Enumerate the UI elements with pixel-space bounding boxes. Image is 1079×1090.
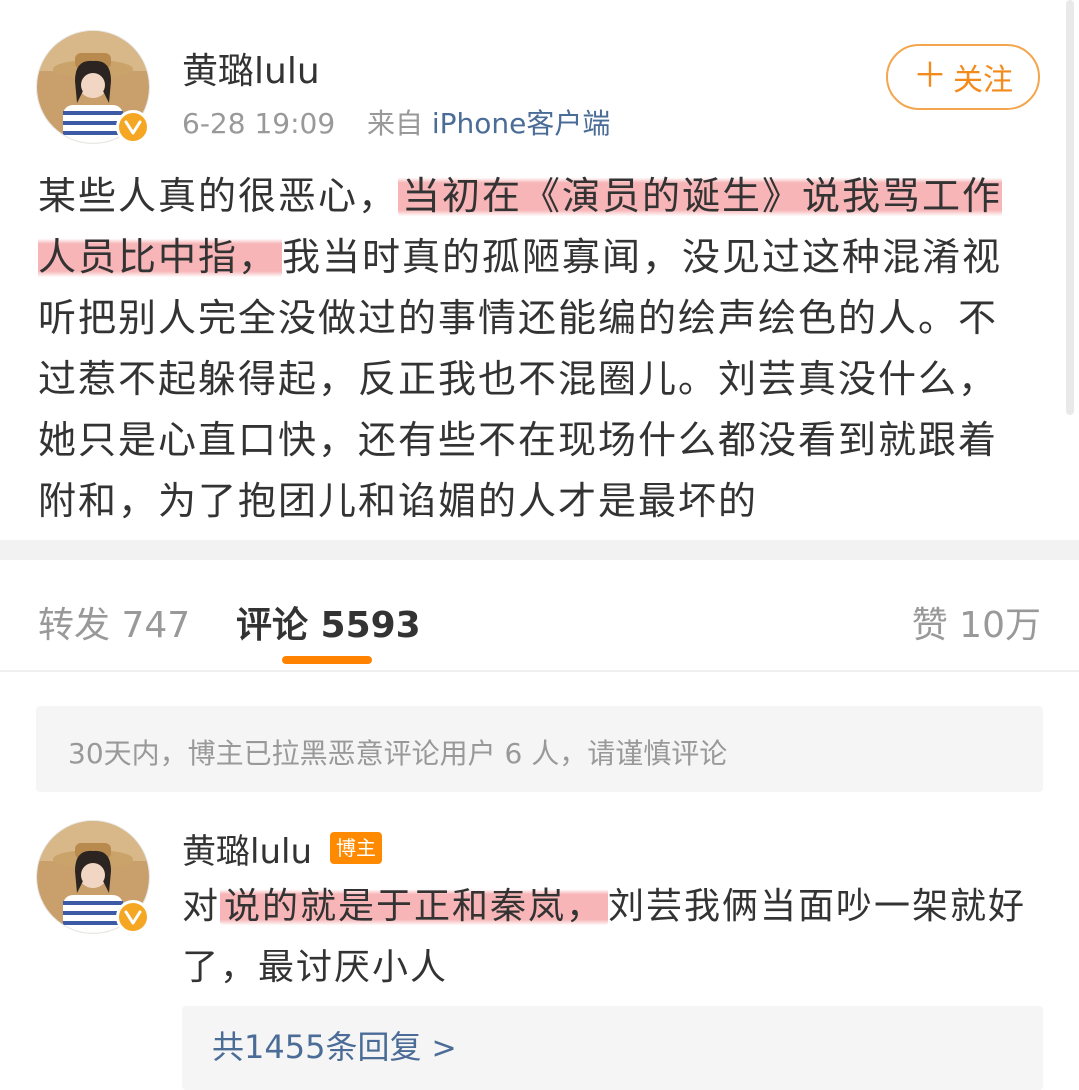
- tabs-divider: [0, 670, 1079, 672]
- verified-icon: [116, 900, 150, 934]
- comment-text-highlight: 说的就是于正和秦岚，: [220, 886, 609, 927]
- view-replies-link[interactable]: 共1455条回复 >: [212, 1022, 457, 1068]
- follow-button[interactable]: ＋ 关注: [886, 44, 1040, 110]
- follow-label: 关注: [953, 63, 1013, 98]
- comment-author-name[interactable]: 黄璐lulu: [182, 824, 312, 873]
- comment-text: 对说的就是于正和秦岚， 刘芸我俩当面吵一架就好了，最讨厌小人: [182, 876, 1042, 998]
- comment-notice-text: 30天内，博主已拉黑恶意评论用户 6 人，请谨慎评论: [68, 737, 728, 770]
- post-meta: 6-28 19:09 来自 iPhone客户端: [182, 102, 610, 142]
- post-source-app[interactable]: iPhone客户端: [432, 107, 611, 140]
- section-divider: [0, 540, 1079, 560]
- post-header: 黄璐lulu 6-28 19:09 来自 iPhone客户端 ＋ 关注: [36, 30, 1046, 150]
- active-tab-indicator: [282, 656, 372, 664]
- tab-repost[interactable]: 转发 747: [38, 596, 190, 648]
- post-date: 6-28 19:09: [182, 107, 336, 140]
- post-source-prefix: 来自: [366, 107, 423, 140]
- comment-notice: 30天内，博主已拉黑恶意评论用户 6 人，请谨慎评论: [36, 706, 1043, 792]
- comment-text-prefix: 对: [182, 886, 221, 927]
- tab-likes[interactable]: 赞 10万: [912, 596, 1041, 648]
- replies-box[interactable]: 共1455条回复 >: [182, 1006, 1043, 1090]
- verified-icon: [116, 110, 150, 144]
- chevron-right-icon: >: [431, 1031, 457, 1066]
- author-badge: 博主: [330, 832, 382, 864]
- post-author-name[interactable]: 黄璐lulu: [182, 42, 320, 94]
- post-text-part1: 某些人真的很恶心，: [38, 174, 399, 218]
- scrollbar[interactable]: [1066, 0, 1074, 415]
- comment-item: 黄璐lulu 博主 对说的就是于正和秦岚， 刘芸我俩当面吵一架就好了，最讨厌小人 …: [36, 818, 1046, 1090]
- engagement-tabs: 转发 747 评论 5593 赞 10万: [0, 560, 1079, 670]
- replies-count-label: 共1455条回复: [212, 1028, 422, 1066]
- tab-comments[interactable]: 评论 5593: [236, 596, 421, 648]
- post-text: 某些人真的很恶心， 当初在《演员的诞生》说我骂工作人员比中指， 我当时真的孤陋寡闻，…: [38, 166, 1028, 532]
- plus-icon: ＋: [913, 56, 947, 96]
